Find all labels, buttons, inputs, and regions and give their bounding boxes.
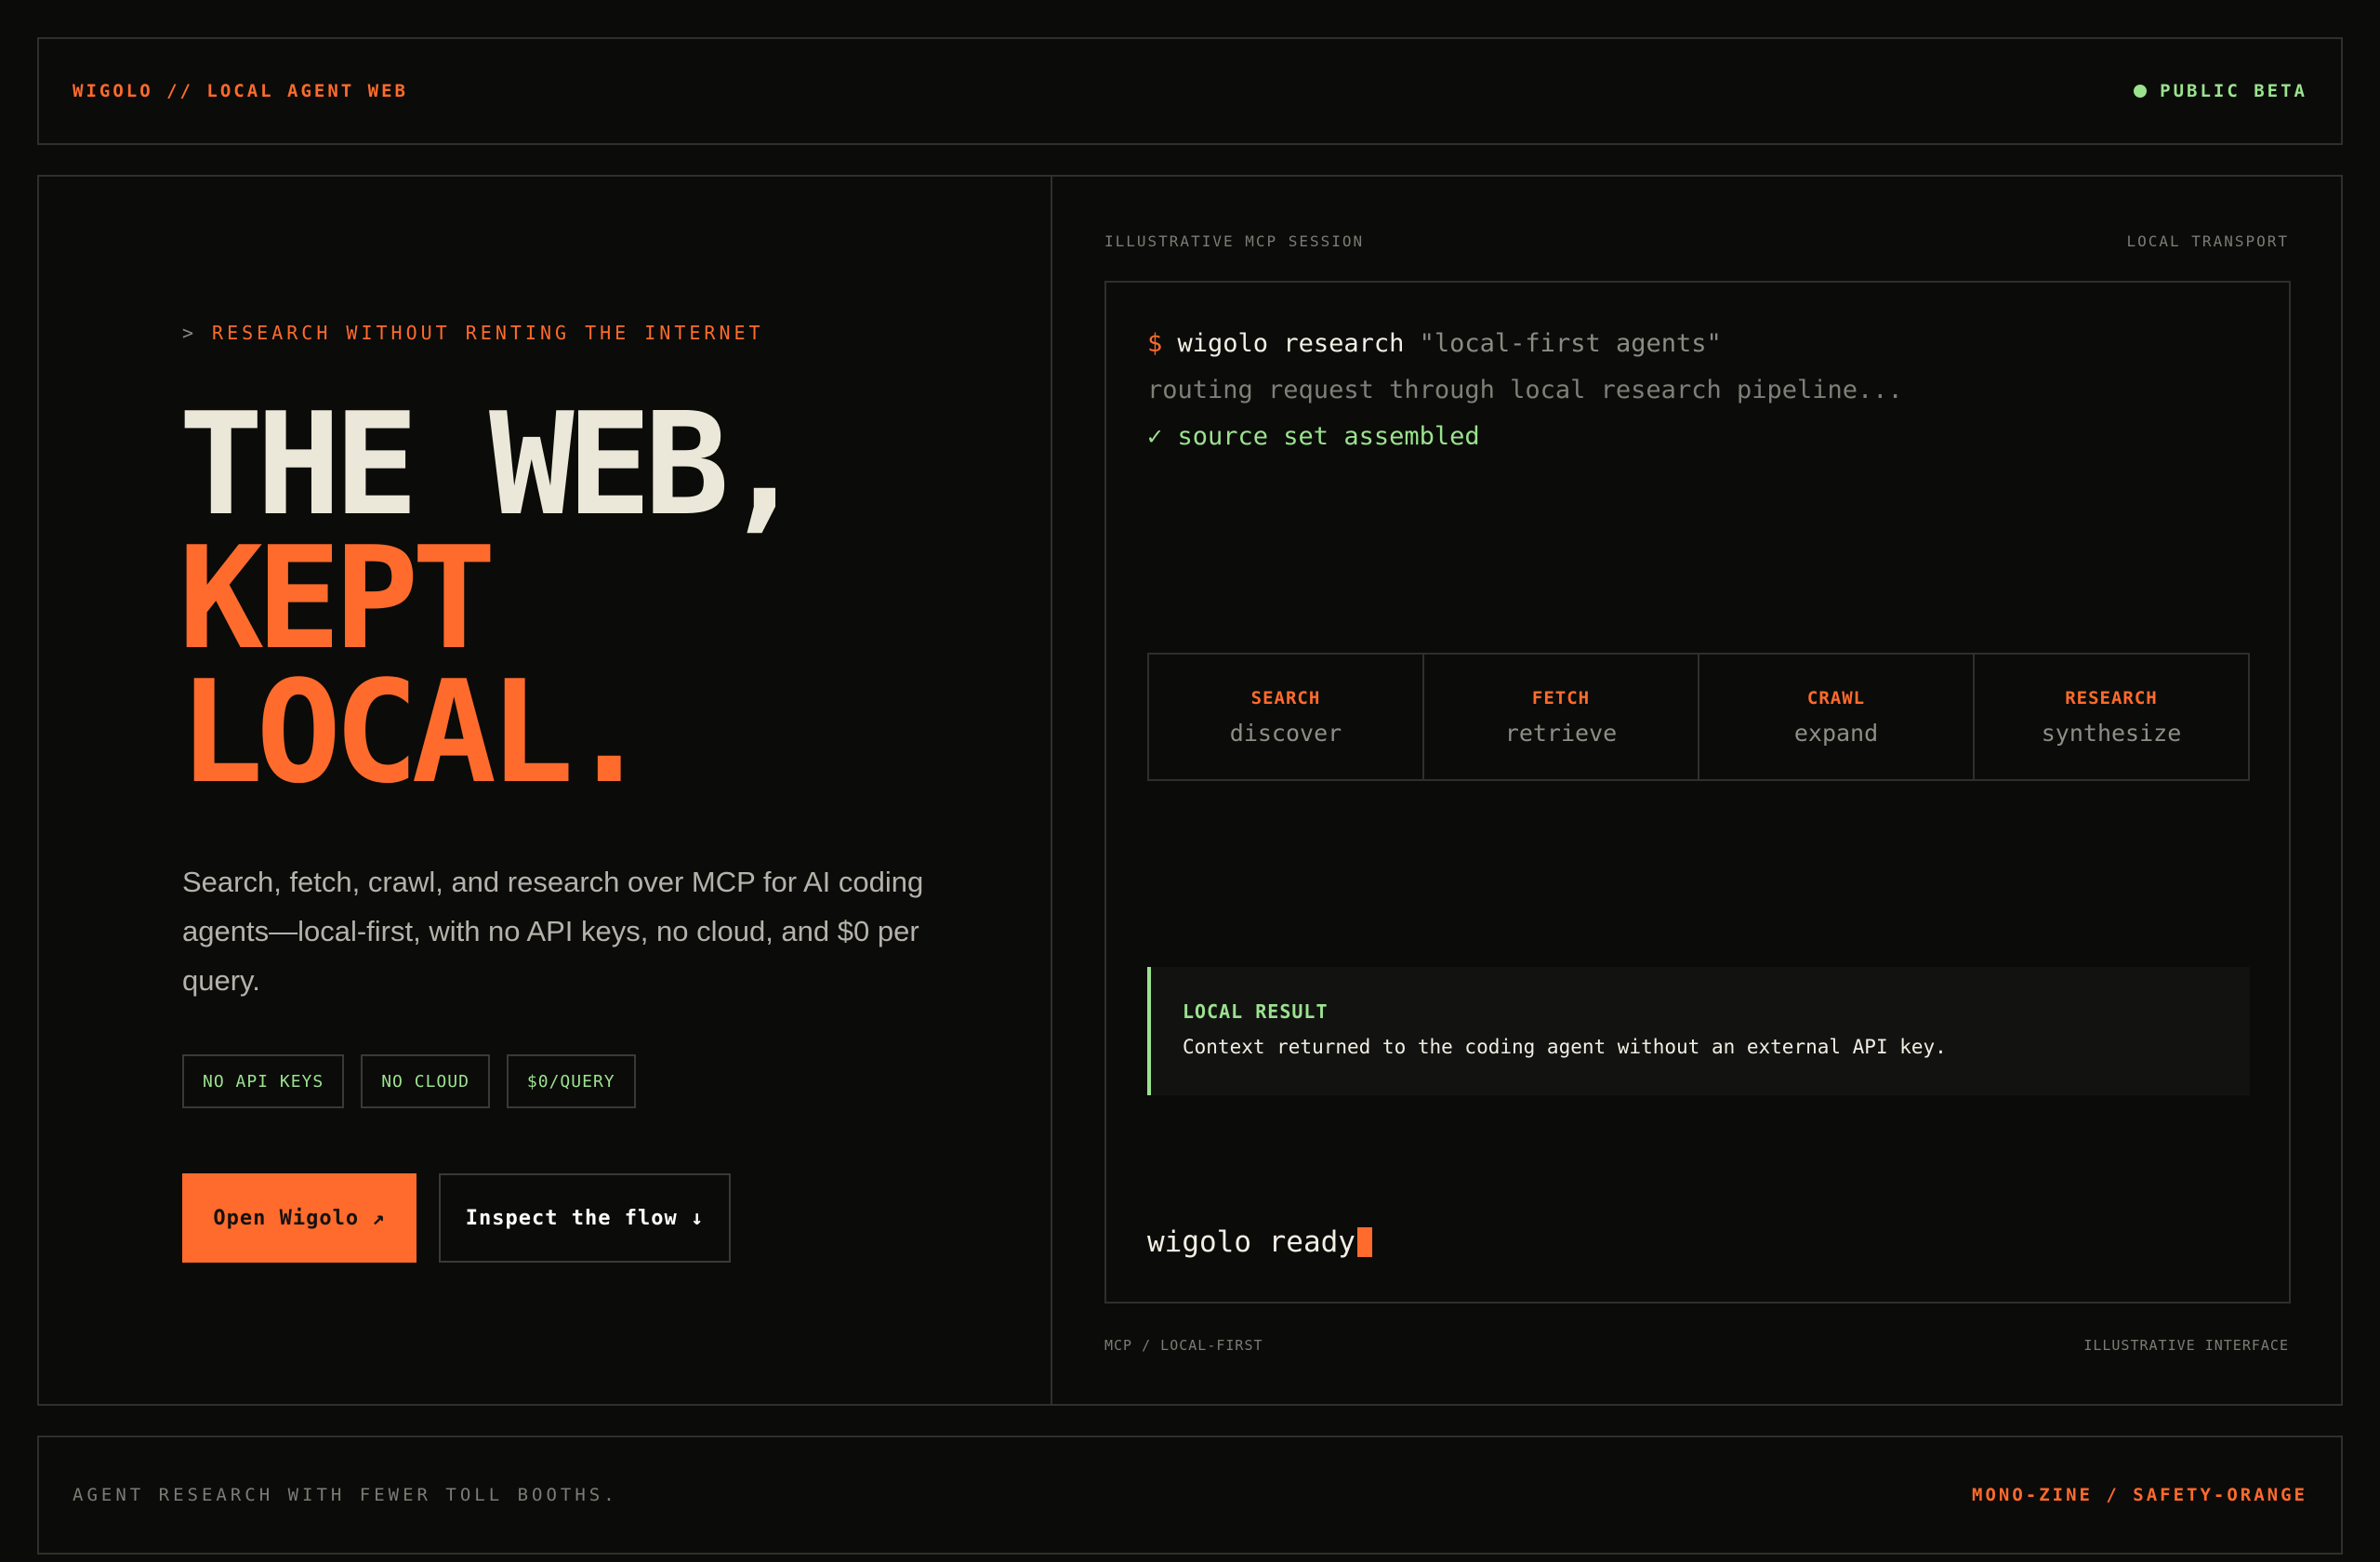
ready-line: wigolo ready bbox=[1147, 1225, 1372, 1259]
stage-name: FETCH bbox=[1531, 687, 1591, 708]
command-text: wigolo research bbox=[1177, 329, 1405, 358]
status-badge: PUBLIC BETA bbox=[2134, 81, 2307, 101]
tag-no-cloud: NO CLOUD bbox=[361, 1054, 490, 1108]
stage-name: SEARCH bbox=[1250, 687, 1321, 708]
log-line: routing request through local research p… bbox=[1147, 376, 1903, 404]
headline-line-2: KEPT bbox=[178, 516, 496, 681]
hero-description: Search, fetch, crawl, and research over … bbox=[182, 866, 924, 997]
headline-line-1: THE WEB, bbox=[178, 382, 807, 547]
brand-logo-text[interactable]: WIGOLO // LOCAL AGENT WEB bbox=[73, 81, 408, 101]
ready-text: wigolo ready bbox=[1147, 1225, 1355, 1259]
session-footer-left: MCP / LOCAL-FIRST bbox=[1104, 1337, 1263, 1354]
stage-name: CRAWL bbox=[1806, 687, 1866, 708]
transport-label: LOCAL TRANSPORT bbox=[2126, 232, 2289, 250]
stage-verb: retrieve bbox=[1504, 719, 1618, 747]
stage-search: SEARCH discover bbox=[1149, 655, 1424, 779]
stage-verb: discover bbox=[1229, 719, 1342, 747]
status-label: PUBLIC BETA bbox=[2160, 81, 2307, 101]
page-footer: AGENT RESEARCH WITH FEWER TOLL BOOTHS. M… bbox=[37, 1436, 2343, 1555]
local-result-callout: LOCAL RESULT Context returned to the cod… bbox=[1147, 967, 2250, 1095]
prompt-symbol: $ bbox=[1147, 329, 1163, 358]
feature-tags: NO API KEYS NO CLOUD $0/QUERY bbox=[182, 1054, 636, 1108]
command-line: $ wigolo research "local-first agents" bbox=[1147, 329, 1722, 358]
main-panel: > RESEARCH WITHOUT RENTING THE INTERNET T… bbox=[37, 175, 2343, 1406]
headline-line-3: LOCAL. bbox=[178, 650, 652, 814]
tag-no-api-keys: NO API KEYS bbox=[182, 1054, 345, 1108]
success-line: ✓ source set assembled bbox=[1147, 422, 1480, 451]
pipeline-stages: SEARCH discover FETCH retrieve CRAWL exp… bbox=[1147, 653, 2250, 781]
stage-crawl: CRAWL expand bbox=[1699, 655, 1975, 779]
stage-verb: synthesize bbox=[2041, 719, 2182, 747]
panel-divider bbox=[1051, 177, 1052, 1404]
hero-headline: THE WEB, KEPT LOCAL. bbox=[178, 382, 807, 814]
terminal-window: $ wigolo research "local-first agents" r… bbox=[1104, 281, 2291, 1304]
inspect-flow-button[interactable]: Inspect the flow ↓ bbox=[439, 1173, 731, 1263]
session-footer-right: ILLUSTRATIVE INTERFACE bbox=[2083, 1337, 2289, 1354]
stage-name: RESEARCH bbox=[2065, 687, 2158, 708]
stage-research: RESEARCH synthesize bbox=[1975, 655, 2248, 779]
cursor-block-icon bbox=[1356, 1227, 1372, 1257]
stage-fetch: FETCH retrieve bbox=[1424, 655, 1699, 779]
status-dot-icon bbox=[2134, 85, 2148, 98]
tag-zero-per-query: $0/QUERY bbox=[506, 1054, 636, 1108]
top-bar: WIGOLO // LOCAL AGENT WEB PUBLIC BETA bbox=[37, 37, 2343, 145]
eyebrow-text: RESEARCH WITHOUT RENTING THE INTERNET bbox=[212, 322, 764, 344]
hero-eyebrow: > RESEARCH WITHOUT RENTING THE INTERNET bbox=[182, 322, 764, 344]
cta-group: Open Wigolo ↗ Inspect the flow ↓ bbox=[182, 1173, 731, 1263]
footer-tagline: AGENT RESEARCH WITH FEWER TOLL BOOTHS. bbox=[73, 1485, 618, 1505]
stage-verb: expand bbox=[1793, 719, 1879, 747]
footer-theme-label: MONO-ZINE / SAFETY-ORANGE bbox=[1972, 1485, 2307, 1505]
open-wigolo-button[interactable]: Open Wigolo ↗ bbox=[182, 1173, 416, 1263]
command-argument: "local-first agents" bbox=[1419, 329, 1722, 358]
result-title: LOCAL RESULT bbox=[1183, 1000, 1329, 1023]
session-label: ILLUSTRATIVE MCP SESSION bbox=[1104, 232, 1365, 250]
result-body: Context returned to the coding agent wit… bbox=[1183, 1036, 1947, 1058]
chevron-right-icon: > bbox=[182, 322, 198, 344]
